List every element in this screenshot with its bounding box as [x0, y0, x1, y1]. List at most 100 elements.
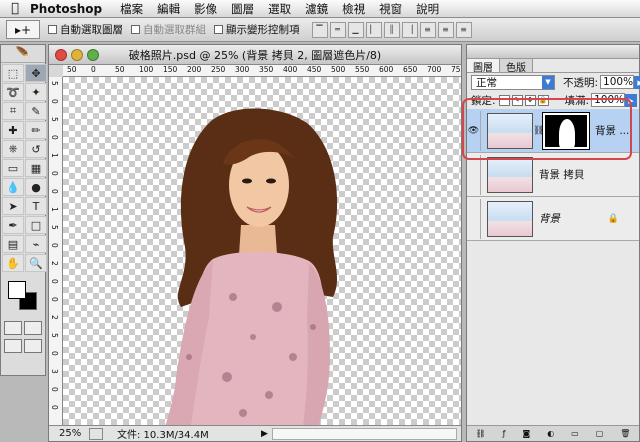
blend-mode-select[interactable]: 正常 ▼ [471, 74, 555, 90]
layer-row[interactable]: 👁 ⛓ 背景 ... [467, 109, 639, 153]
menu-window[interactable]: 視窗 [379, 1, 402, 17]
hand-tool-icon[interactable]: ✋ [2, 254, 24, 272]
brush-tool-icon[interactable]: ✏ [25, 121, 47, 139]
document-titlebar: 破格照片.psd @ 25% (背景 拷貝 2, 圖層遮色片/8) [49, 45, 461, 65]
menu-file[interactable]: 檔案 [120, 1, 143, 17]
auto-select-group-checkbox[interactable]: 自動選取群組 [131, 22, 206, 37]
canvas[interactable] [63, 77, 461, 426]
vertical-ruler[interactable]: 5 0 5 0 1 0 0 1 5 0 2 0 0 2 5 0 3 0 0 [49, 77, 63, 426]
lock-icon: 🔒 [607, 213, 619, 224]
ruler-tick-label: 0 [50, 189, 59, 194]
ruler-tick-label: 3 [50, 369, 59, 374]
quick-mask-mode-icon[interactable] [24, 321, 42, 335]
menu-layer[interactable]: 圖層 [231, 1, 254, 17]
healing-brush-icon[interactable]: ✚ [2, 121, 24, 139]
lock-all-icon[interactable]: 🔒 [537, 94, 549, 106]
blur-tool-icon[interactable]: 💧 [2, 178, 24, 196]
link-layers-icon[interactable]: ⛓ [475, 429, 485, 438]
link-chain-icon[interactable]: ⛓ [533, 126, 544, 136]
type-tool-icon[interactable]: T [25, 197, 47, 215]
delete-layer-icon[interactable]: 🗑 [620, 429, 630, 438]
foreground-color-swatch[interactable] [8, 281, 26, 299]
notes-tool-icon[interactable]: ▤ [2, 235, 24, 253]
tab-channels[interactable]: 色版 [500, 59, 533, 74]
layer-name: 背景 拷貝 [539, 169, 585, 181]
layer-row[interactable]: 背景 拷貝 [467, 153, 639, 197]
chevron-right-icon: ▶ [634, 76, 640, 89]
new-group-icon[interactable]: ▭ [571, 429, 579, 438]
distribute-top-icon[interactable]: ≡ [419, 21, 436, 38]
visibility-toggle[interactable] [467, 154, 481, 195]
visibility-toggle[interactable] [467, 198, 481, 239]
tool-preset-picker[interactable]: ▸+ [6, 20, 40, 39]
layer-mask-thumbnail[interactable] [542, 111, 590, 150]
menu-edit[interactable]: 編輯 [157, 1, 180, 17]
page-icon[interactable] [89, 427, 103, 440]
ruler-tick-label: 2 [50, 315, 59, 320]
ruler-tick-label: 0 [50, 297, 59, 302]
menu-view[interactable]: 檢視 [342, 1, 365, 17]
add-mask-icon[interactable]: ◙ [522, 429, 530, 438]
ruler-tick-label: 0 [50, 279, 59, 284]
zoom-tool-icon[interactable]: 🔍 [25, 254, 47, 272]
horizontal-scrollbar[interactable] [271, 427, 457, 440]
menu-select[interactable]: 選取 [268, 1, 291, 17]
ruler-tick-label: 650 [403, 65, 418, 74]
auto-select-layer-checkbox[interactable]: 自動選取圖層 [48, 22, 123, 37]
eyedropper-tool-icon[interactable]: ⌁ [25, 235, 47, 253]
menu-bar:  Photoshop 檔案 編輯 影像 圖層 選取 濾鏡 檢視 視窗 說明 [0, 0, 640, 18]
standard-mode-icon[interactable] [4, 321, 22, 335]
shape-tool-icon[interactable]: □ [25, 216, 47, 234]
standard-screen-icon[interactable] [4, 339, 22, 353]
marquee-tool-icon[interactable]: ⬚ [2, 64, 24, 82]
align-vcenter-icon[interactable]: ═ [329, 21, 346, 38]
menu-filter[interactable]: 濾鏡 [305, 1, 328, 17]
dodge-tool-icon[interactable]: ● [25, 178, 47, 196]
horizontal-ruler[interactable]: 50 0 50 100 150 200 250 300 350 400 450 500 550 600 65… [63, 65, 461, 77]
checkbox-label: 自動選取群組 [143, 24, 206, 36]
layer-style-icon[interactable]: ƒ [503, 429, 506, 438]
adjustment-layer-icon[interactable]: ◐ [547, 429, 554, 438]
app-menu[interactable]: Photoshop [30, 2, 102, 16]
apple-menu-icon[interactable]:  [0, 1, 30, 16]
clone-stamp-icon[interactable]: ⎈ [2, 140, 24, 158]
align-top-icon[interactable]: ▔ [311, 21, 328, 38]
lock-position-icon[interactable]: ✥ [524, 94, 536, 106]
new-layer-icon[interactable]: ▢ [596, 429, 604, 438]
eraser-tool-icon[interactable]: ▭ [2, 159, 24, 177]
eye-icon[interactable]: 👁 [467, 110, 481, 151]
history-brush-icon[interactable]: ↺ [25, 140, 47, 158]
panel-footer: ⛓ ƒ ◙ ◐ ▭ ▢ 🗑 [467, 425, 639, 441]
align-right-icon[interactable]: ▕ [401, 21, 418, 38]
align-left-icon[interactable]: ▏ [365, 21, 382, 38]
lock-transparency-icon[interactable] [498, 94, 510, 106]
zoom-level[interactable]: 25% [49, 428, 89, 439]
pen-tool-icon[interactable]: ✒ [2, 216, 24, 234]
toolbox: 🪶 ⬚ ✥ ➰ ✦ ⌗ ✎ ✚ ✏ ⎈ ↺ ▭ ▦ 💧 ● ➤ T ✒ □ ▤ … [0, 44, 47, 376]
show-transform-controls-checkbox[interactable]: 顯示變形控制項 [214, 22, 300, 37]
distribute-bottom-icon[interactable]: ≡ [455, 21, 472, 38]
align-hcenter-icon[interactable]: ║ [383, 21, 400, 38]
tab-layers[interactable]: 圖層 [467, 59, 500, 74]
ruler-tick-label: 200 [187, 65, 202, 74]
lock-pixels-icon[interactable]: ✎ [511, 94, 523, 106]
opacity-field[interactable]: 100% ▶ [600, 75, 640, 89]
mask-silhouette [559, 118, 575, 149]
lasso-tool-icon[interactable]: ➰ [2, 83, 24, 101]
status-menu-arrow-icon[interactable]: ▶ [261, 429, 268, 439]
magic-wand-tool-icon[interactable]: ✦ [25, 83, 47, 101]
align-bottom-icon[interactable]: ▁ [347, 21, 364, 38]
move-tool-icon[interactable]: ✥ [25, 64, 47, 82]
path-selection-icon[interactable]: ➤ [2, 197, 24, 215]
menu-help[interactable]: 說明 [416, 1, 439, 17]
crop-tool-icon[interactable]: ⌗ [2, 102, 24, 120]
menu-image[interactable]: 影像 [194, 1, 217, 17]
full-screen-menu-icon[interactable] [24, 339, 42, 353]
layer-name: 背景 ... [595, 125, 630, 137]
distribute-vcenter-icon[interactable]: ≡ [437, 21, 454, 38]
gradient-tool-icon[interactable]: ▦ [25, 159, 47, 177]
slice-tool-icon[interactable]: ✎ [25, 102, 47, 120]
fill-field[interactable]: 100% ▶ [591, 93, 638, 107]
ruler-tick-label: 1 [50, 207, 59, 212]
layer-row[interactable]: 背景 🔒 [467, 197, 639, 241]
